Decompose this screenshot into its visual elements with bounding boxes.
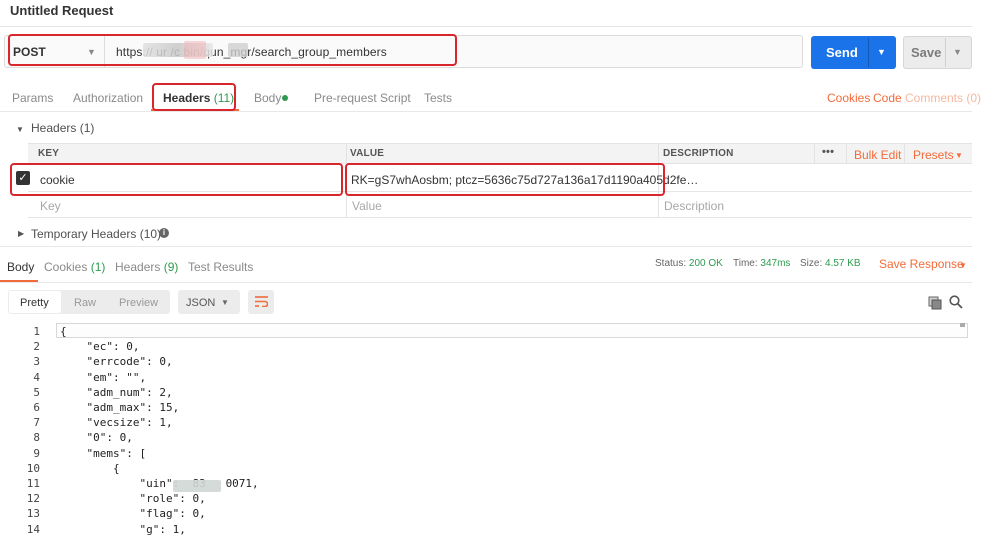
line-number: 3 xyxy=(33,355,40,369)
tab-authorization[interactable]: Authorization xyxy=(73,91,143,105)
response-tab-cookies-count: (1) xyxy=(90,260,106,274)
tab-tests[interactable]: Tests xyxy=(424,91,452,105)
code-line: "g": 1, xyxy=(60,522,186,536)
response-tab-headers-label: Headers xyxy=(115,260,161,274)
caret-down-icon[interactable]: ▼ xyxy=(16,125,24,134)
code-line: "role": 0, xyxy=(60,492,206,506)
send-label: Send xyxy=(826,45,858,60)
size-label: Size: xyxy=(800,258,823,269)
line-number: 12 xyxy=(26,492,40,506)
view-preview-button[interactable]: Preview xyxy=(119,297,158,309)
code-line: "vecsize": 1, xyxy=(60,416,173,430)
code-line: "adm_num": 2, xyxy=(60,385,173,399)
column-divider xyxy=(814,143,815,164)
code-line: "uin": 83 0071, xyxy=(60,477,259,490)
info-icon[interactable]: i xyxy=(159,228,169,238)
response-tab-cookies[interactable]: Cookies (1) xyxy=(44,260,105,274)
caret-down-icon[interactable]: ▼ xyxy=(955,151,963,160)
presets-link[interactable]: Presets xyxy=(913,148,954,162)
temporary-headers-toggle[interactable]: Temporary Headers (10) xyxy=(31,227,161,241)
code-line: "flag": 0, xyxy=(60,507,206,521)
status-label: Status: xyxy=(655,258,687,269)
time-value: 347ms xyxy=(760,258,791,269)
divider xyxy=(868,38,869,67)
save-response-button[interactable]: Save Response xyxy=(879,257,964,271)
line-number: 4 xyxy=(33,370,40,384)
highlight-box-headers xyxy=(152,83,236,111)
tab-body[interactable]: Body xyxy=(254,91,281,105)
divider xyxy=(0,282,972,283)
line-number: 11 xyxy=(26,477,40,490)
divider xyxy=(945,38,946,67)
response-tab-test-results[interactable]: Test Results xyxy=(188,260,253,274)
caret-down-icon: ▼ xyxy=(221,298,229,307)
highlight-box-url xyxy=(8,34,457,66)
wrap-icon xyxy=(255,296,268,307)
response-body-editor[interactable]: 1{2 "ec": 0, 3 "errcode": 0, 4 "em": "", 5 … xyxy=(0,324,968,542)
more-options-icon[interactable]: ••• xyxy=(822,146,834,158)
line-number: 5 xyxy=(33,385,40,399)
view-raw-button[interactable]: Raw xyxy=(74,297,96,309)
code-line: "ec": 0, xyxy=(60,340,140,354)
code-line: "em": "", xyxy=(60,370,147,384)
code-line: "0": 0, xyxy=(60,431,133,445)
code-line: { xyxy=(60,461,120,475)
column-header-description: DESCRIPTION xyxy=(663,148,734,159)
tab-prerequest-script[interactable]: Pre-request Script xyxy=(314,91,411,105)
code-line: { xyxy=(60,325,67,338)
body-indicator-dot xyxy=(282,95,288,101)
save-label: Save xyxy=(911,45,942,60)
caret-down-icon[interactable]: ▼ xyxy=(959,261,967,270)
size-readout: Size: 4.57 KB xyxy=(800,258,861,269)
status-readout: Status: 200 OK xyxy=(655,258,723,269)
size-value: 4.57 KB xyxy=(825,258,861,269)
line-number: 10 xyxy=(26,461,40,475)
column-header-value: VALUE xyxy=(350,148,385,159)
cookies-link[interactable]: Cookies xyxy=(827,91,870,105)
divider xyxy=(0,26,972,27)
column-divider xyxy=(846,143,847,164)
request-title: Untitled Request xyxy=(10,3,114,18)
response-tab-body[interactable]: Body xyxy=(7,260,34,274)
redaction-blur xyxy=(173,480,221,492)
view-pretty-button[interactable]: Pretty xyxy=(20,297,49,309)
copy-icon[interactable] xyxy=(928,296,942,310)
line-number: 2 xyxy=(33,340,40,354)
response-tab-headers[interactable]: Headers (9) xyxy=(115,260,178,274)
search-icon[interactable] xyxy=(949,295,963,309)
line-number: 14 xyxy=(26,522,40,536)
new-description-input[interactable]: Description xyxy=(664,199,724,213)
code-line: "mems": [ xyxy=(60,446,147,460)
response-tab-cookies-label: Cookies xyxy=(44,260,88,274)
line-number: 8 xyxy=(33,431,40,445)
new-value-input[interactable]: Value xyxy=(352,199,382,213)
code-link[interactable]: Code xyxy=(873,91,902,105)
status-value: 200 OK xyxy=(688,258,723,269)
table-row xyxy=(28,192,972,218)
line-number: 7 xyxy=(33,416,40,430)
line-number: 9 xyxy=(33,446,40,460)
bulk-edit-link[interactable]: Bulk Edit xyxy=(854,148,901,162)
time-label: Time: xyxy=(733,258,758,269)
column-header-key: KEY xyxy=(38,148,60,159)
caret-down-icon[interactable]: ▼ xyxy=(877,47,886,57)
divider xyxy=(0,246,972,247)
headers-section-title[interactable]: Headers (1) xyxy=(31,121,94,135)
comments-link[interactable]: Comments (0) xyxy=(905,91,981,105)
divider xyxy=(0,111,972,112)
caret-down-icon[interactable]: ▼ xyxy=(953,47,962,57)
code-line: "errcode": 0, xyxy=(60,355,173,369)
line-number: 1 xyxy=(33,325,40,338)
time-readout: Time: 347ms xyxy=(733,258,790,269)
new-key-input[interactable]: Key xyxy=(40,199,61,213)
code-line: "adm_max": 15, xyxy=(60,401,180,414)
column-divider xyxy=(904,143,905,164)
response-tab-headers-count: (9) xyxy=(163,260,179,274)
line-number: 13 xyxy=(26,507,40,521)
caret-right-icon[interactable]: ▶ xyxy=(18,229,24,238)
format-select-label: JSON xyxy=(186,297,216,309)
line-number: 6 xyxy=(33,401,40,414)
tab-params[interactable]: Params xyxy=(12,91,53,105)
